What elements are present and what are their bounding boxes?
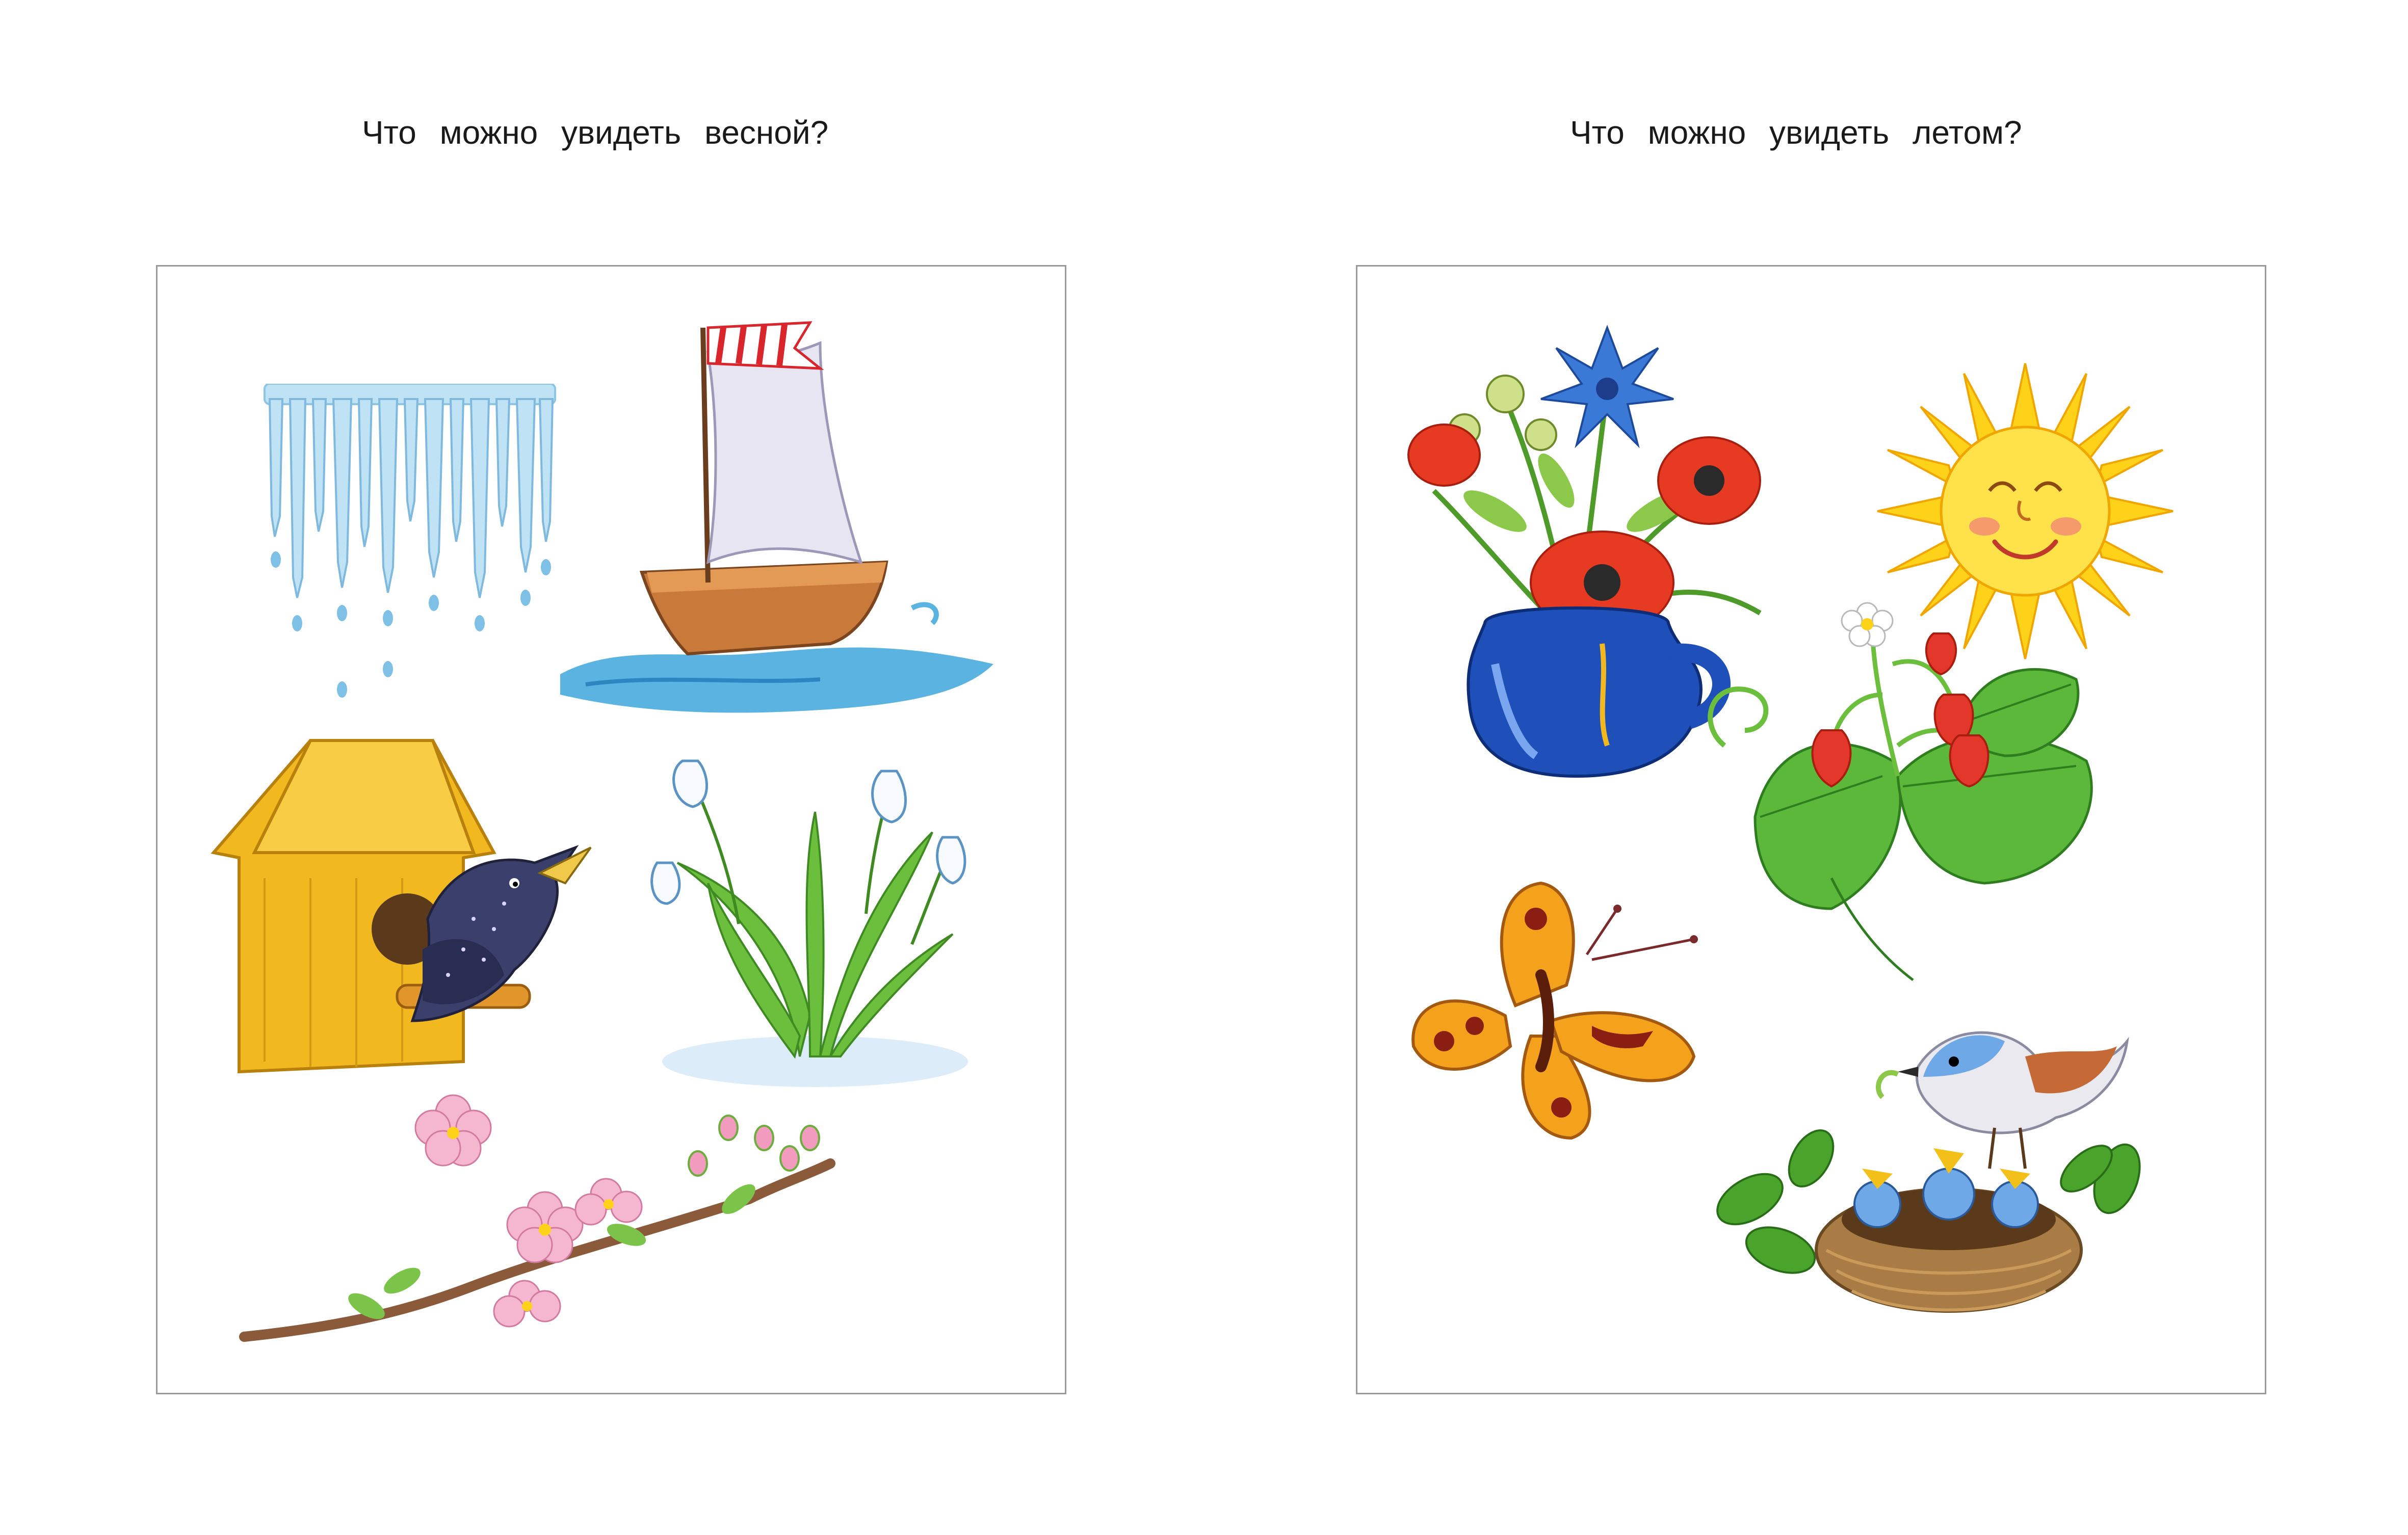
spring-panel <box>156 265 1066 1394</box>
strawberry-icon <box>1679 593 2137 1011</box>
blossom-branch-icon <box>239 1082 841 1357</box>
birdhouse-icon <box>208 735 596 1092</box>
bird-nest-icon <box>1709 965 2158 1332</box>
butterfly-icon <box>1398 873 1724 1158</box>
sailboat-icon <box>555 307 1014 725</box>
icicles-icon <box>259 384 565 710</box>
right-heading: Что можно увидеть летом? <box>1570 114 2022 151</box>
snowdrop-icon <box>647 730 983 1097</box>
left-heading: Что можно увидеть весной? <box>362 114 829 151</box>
summer-panel <box>1356 265 2266 1394</box>
